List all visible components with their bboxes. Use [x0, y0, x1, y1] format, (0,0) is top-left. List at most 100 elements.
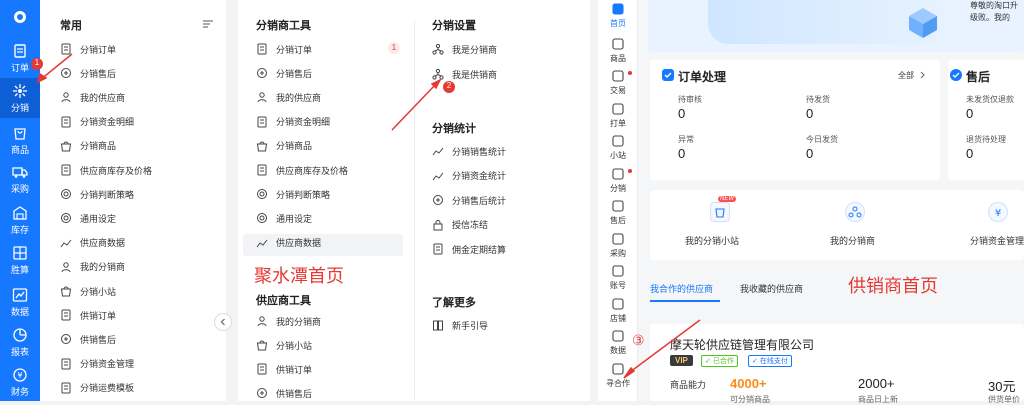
favorites-item-13[interactable]: 分销资金管理 — [60, 355, 134, 373]
favorites-item-12[interactable]: 供销售后 — [60, 330, 116, 348]
supplier-card: 摩天轮供应链管理有限公司 VIP ✓ 已合作 ✓ 在线支付 商品能力 4000+ 可… — [650, 324, 1024, 404]
distributor-tool-4[interactable]: 分销商品 — [256, 137, 312, 155]
distributor-tool-label: 通用设定 — [276, 213, 313, 224]
favorites-item-label: 供应商数据 — [80, 238, 126, 249]
store-icon — [612, 37, 624, 50]
supplier-nav-trade[interactable]: 交易 — [598, 69, 638, 96]
supplier-nav-print[interactable]: 打单 — [598, 102, 638, 129]
supplier-tool-1[interactable]: 分销小站 — [256, 336, 312, 354]
order-all-link[interactable]: 全部 — [898, 70, 914, 81]
order-cell-value[interactable]: 0 — [806, 106, 813, 121]
filter-icon[interactable] — [202, 18, 214, 30]
collapse-button[interactable] — [214, 313, 232, 331]
distribution-stat-1[interactable]: 分销资金统计 — [432, 167, 506, 185]
order-cell-value[interactable]: 0 — [678, 146, 685, 161]
order-icon — [14, 43, 26, 58]
distribution-setting-1[interactable]: 我是供销商 — [432, 65, 497, 83]
nav-data[interactable]: 数据 — [0, 282, 40, 322]
favorites-item-4[interactable]: 分销商品 — [60, 137, 116, 155]
distributor-tool-0[interactable]: 分销订单 — [256, 40, 312, 58]
stat-value: 30元 — [988, 379, 1016, 394]
supplier-tool-0[interactable]: 我的分销商 — [256, 312, 321, 330]
favorites-item-label: 分销资金明细 — [80, 117, 135, 128]
favorites-item-10[interactable]: 分销小站 — [60, 282, 116, 300]
aftersale-cell-value[interactable]: 0 — [966, 146, 973, 161]
order-cell-value[interactable]: 0 — [806, 146, 813, 161]
nav-finance[interactable]: ¥ 财务 — [0, 362, 40, 402]
shortcut-fund-management[interactable]: 分销资金管理 — [970, 234, 1024, 247]
supplier-nav-account[interactable]: 账号 — [598, 264, 638, 291]
favorites-item-11[interactable]: 供销订单 — [60, 306, 116, 324]
favorites-item-8[interactable]: 供应商数据 — [60, 234, 125, 252]
chevron-left-icon — [220, 318, 225, 326]
distributor-tool-8[interactable]: 供应商数据 — [256, 234, 321, 252]
doc-icon — [61, 358, 71, 370]
nav-inventory[interactable]: 库存 — [0, 200, 40, 240]
distribution-icon — [13, 83, 27, 98]
favorites-item-1[interactable]: 分销售后 — [60, 64, 116, 82]
nav-distribution[interactable]: 分销 — [0, 78, 40, 118]
favorites-item-2[interactable]: 我的供应商 — [60, 88, 125, 106]
supplier-nav-coop[interactable]: 寻合作 — [598, 362, 638, 389]
distributor-tool-3[interactable]: 分销资金明细 — [256, 113, 330, 131]
distributor-tool-2[interactable]: 我的供应商 — [256, 88, 321, 106]
refund-icon — [257, 68, 267, 79]
nav-report[interactable]: 报表 — [0, 322, 40, 362]
tab-cooperated[interactable]: 我合作的供应商 — [650, 282, 713, 295]
favorites-item-14[interactable]: 分销运费模板 — [60, 379, 134, 397]
favorites-item-7[interactable]: 通用设定 — [60, 209, 116, 227]
supplier-tool-3[interactable]: 供销售后 — [256, 384, 312, 402]
distribution-setting-0[interactable]: 我是分销商 — [432, 40, 497, 58]
nav-product[interactable]: 商品 — [0, 120, 40, 160]
supplier-nav-after[interactable]: 售后 — [598, 199, 638, 226]
favorites-item-9[interactable]: 我的分销商 — [60, 258, 125, 276]
supplier-nav-store[interactable]: 商品 — [598, 37, 638, 64]
nav-label: 采购 — [10, 183, 29, 194]
stat-label: 商品日上新 — [858, 395, 898, 404]
distributor-tool-6[interactable]: 分销判断策略 — [256, 185, 330, 203]
doc-icon — [61, 309, 71, 321]
aftersale-cell-value[interactable]: 0 — [966, 106, 973, 121]
distribution-stat-3[interactable]: 授信冻结 — [432, 216, 488, 234]
distribution-stat-4[interactable]: 佣金定期结算 — [432, 240, 506, 258]
favorites-item-6[interactable]: 分销判断策略 — [60, 185, 134, 203]
grid-icon — [13, 245, 27, 260]
cooperated-tag-label: 已合作 — [712, 358, 734, 365]
favorites-item-5[interactable]: 供应商库存及价格 — [60, 161, 152, 179]
doc-icon — [61, 164, 71, 176]
supplier-nav-dist[interactable]: 分销 — [598, 167, 638, 194]
learn-more-0[interactable]: 新手引导 — [432, 316, 488, 334]
distributor-tool-1[interactable]: 分销售后 — [256, 64, 312, 82]
order-cell-value[interactable]: 0 — [678, 106, 685, 121]
nav-win[interactable]: 胜算 — [0, 240, 40, 280]
supplier-tool-2[interactable]: 供销订单 — [256, 360, 312, 378]
supplier-nav-label: 分销 — [610, 183, 626, 193]
tab-favorites[interactable]: 我收藏的供应商 — [740, 282, 803, 295]
supplier-nav-shop[interactable]: 店铺 — [598, 297, 638, 324]
notify-dot — [628, 71, 632, 75]
shortcut-my-distributor[interactable]: 我的分销商 — [830, 234, 875, 247]
distribution-stat-0[interactable]: 分销销售统计 — [432, 142, 506, 160]
supplier-nav-home[interactable]: 首页 — [598, 2, 638, 29]
distributor-tool-label: 分销资金明细 — [276, 117, 331, 128]
nav-purchase[interactable]: 采购 — [0, 159, 40, 199]
purchase-icon — [612, 232, 624, 245]
mini-store-icon — [710, 202, 730, 222]
box-icon — [909, 8, 937, 38]
favorites-item-label: 分销资金管理 — [80, 359, 135, 370]
supplier-nav-mini[interactable]: 小站 — [598, 134, 638, 161]
distribution-stat-label: 分销售后统计 — [452, 195, 507, 206]
supplier-nav-label: 数据 — [610, 346, 626, 355]
shortcut-mini-store[interactable]: 我的分销小站 — [685, 234, 739, 247]
favorites-item-0[interactable]: 分销订单 — [60, 40, 116, 58]
svg-text:¥: ¥ — [995, 208, 1001, 219]
distribution-stat-label: 分销资金统计 — [452, 171, 507, 181]
distribution-stat-2[interactable]: 分销售后统计 — [432, 191, 506, 209]
company-name[interactable]: 摩天轮供应链管理有限公司 — [670, 336, 814, 353]
chart-icon — [60, 239, 72, 247]
supplier-nav-purchase[interactable]: 采购 — [598, 232, 638, 259]
distributor-tool-5[interactable]: 供应商库存及价格 — [256, 161, 348, 179]
favorites-item-3[interactable]: 分销资金明细 — [60, 113, 134, 131]
supplier-tool-label: 供销订单 — [276, 364, 313, 375]
distributor-tool-7[interactable]: 通用设定 — [256, 209, 312, 227]
